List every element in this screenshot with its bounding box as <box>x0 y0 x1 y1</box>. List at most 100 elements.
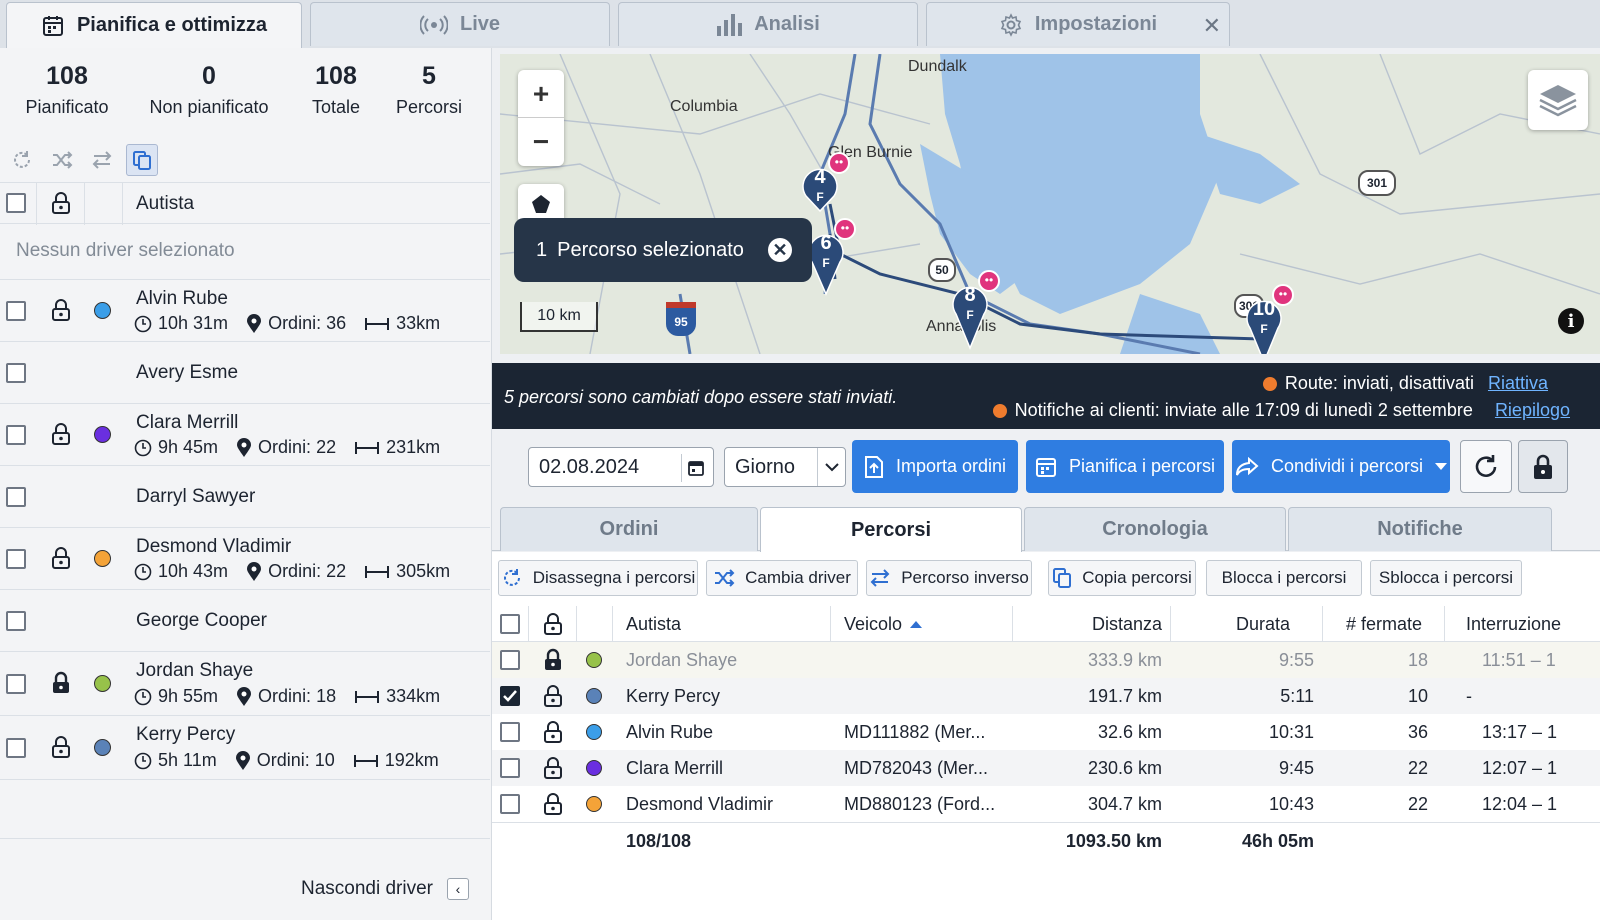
chevron-left-icon[interactable]: ‹ <box>447 878 469 900</box>
tab-label: Analisi <box>754 13 820 35</box>
shuffle-icon[interactable] <box>46 144 78 176</box>
layers-icon <box>1538 83 1578 117</box>
lock-open-icon[interactable] <box>542 786 564 822</box>
cell-break: 13:17 – 1 <box>1482 721 1558 742</box>
col-stops[interactable]: # fermate <box>1322 606 1422 642</box>
distance-icon <box>354 689 380 705</box>
lock-open-icon[interactable] <box>542 714 564 750</box>
table-row[interactable]: Jordan Shaye 333.9 km 9:55 18 11:51 – 1 <box>492 642 1600 678</box>
refresh-icon[interactable] <box>6 144 38 176</box>
driver-meta: 5h 11m Ordini: 10 192km <box>134 750 457 771</box>
location-pin-icon <box>236 686 252 707</box>
reactivate-link[interactable]: Riattiva <box>1488 373 1548 394</box>
lock-routes-button[interactable]: Blocca i percorsi <box>1206 560 1362 596</box>
close-selection-icon[interactable]: ✕ <box>768 238 792 262</box>
driver-row[interactable]: Clara Merrill 9h 45m Ordini: 22 231km <box>0 404 490 466</box>
cell-distance: 333.9 km <box>1087 649 1162 670</box>
tab-settings[interactable]: Impostazioni ✕ <box>926 2 1230 46</box>
table-row[interactable]: Clara Merrill MD782043 (Mer... 230.6 km … <box>492 750 1600 786</box>
share-routes-button[interactable]: Condividi i percorsi <box>1232 440 1450 493</box>
table-row[interactable]: Kerry Percy 191.7 km 5:11 10 - <box>492 678 1600 714</box>
reverse-route-button[interactable]: Percorso inverso <box>866 560 1032 596</box>
close-icon[interactable]: ✕ <box>1203 13 1221 39</box>
row-checkbox[interactable] <box>500 722 520 742</box>
lock-open-icon[interactable] <box>50 546 72 570</box>
info-icon[interactable]: i <box>1558 308 1584 334</box>
driver-row[interactable]: Darryl Sawyer <box>0 466 490 528</box>
driver-row[interactable]: Jordan Shaye 9h 55m Ordini: 18 334km <box>0 652 490 716</box>
driver-checkbox[interactable] <box>6 487 26 507</box>
table-row[interactable]: Desmond Vladimir MD880123 (Ford... 304.7… <box>492 786 1600 822</box>
tab-live[interactable]: Live <box>310 2 610 46</box>
lock-icon[interactable] <box>542 606 564 642</box>
lock-button[interactable] <box>1518 440 1568 493</box>
calendar-icon[interactable] <box>681 454 709 482</box>
driver-checkbox[interactable] <box>6 611 26 631</box>
tab-history[interactable]: Cronologia <box>1024 507 1286 551</box>
total-count: 108/108 <box>626 830 692 851</box>
table-row[interactable]: Alvin Rube MD111882 (Mer... 32.6 km 10:3… <box>492 714 1600 750</box>
notification-dot <box>978 270 1000 292</box>
tab-notifications[interactable]: Notifiche <box>1288 507 1552 551</box>
lock-closed-icon[interactable] <box>542 642 564 678</box>
route-pin[interactable]: 10 F <box>1246 284 1294 354</box>
driver-list-header: Autista <box>0 182 490 225</box>
driver-row[interactable]: Avery Esme <box>0 342 490 404</box>
copy-icon[interactable] <box>126 144 158 176</box>
route-pin[interactable]: 8 F <box>952 270 1000 350</box>
tab-analytics[interactable]: Analisi <box>618 2 918 46</box>
lock-open-icon[interactable] <box>542 750 564 786</box>
select-all-checkbox[interactable] <box>500 614 520 634</box>
period-select[interactable]: Giorno <box>724 447 846 487</box>
col-driver[interactable]: Autista <box>626 606 681 642</box>
driver-checkbox[interactable] <box>6 425 26 445</box>
driver-row[interactable]: Kerry Percy 5h 11m Ordini: 10 192km <box>0 716 490 780</box>
driver-row[interactable]: Alvin Rube 10h 31m Ordini: 36 33km <box>0 280 490 342</box>
plan-routes-button[interactable]: Pianifica i percorsi <box>1026 440 1224 493</box>
col-duration[interactable]: Durata <box>1170 606 1290 642</box>
col-vehicle[interactable]: Veicolo <box>844 606 923 642</box>
route-pin[interactable]: 4 F <box>802 152 850 212</box>
lock-open-icon[interactable] <box>542 678 564 714</box>
driver-checkbox[interactable] <box>6 738 26 758</box>
row-checkbox[interactable] <box>500 650 520 670</box>
row-checkbox[interactable] <box>500 758 520 778</box>
driver-row[interactable]: Desmond Vladimir 10h 43m Ordini: 22 305k… <box>0 528 490 590</box>
driver-checkbox[interactable] <box>6 301 26 321</box>
route-pin[interactable]: 6 F <box>808 218 856 296</box>
lock-open-icon[interactable] <box>50 422 72 446</box>
driver-checkbox[interactable] <box>6 549 26 569</box>
route-status-line: Route: inviati, disattivati Riattiva <box>1262 373 1570 394</box>
route-map[interactable]: Dundalk Columbia Glen Burnie Annapolis 3… <box>500 54 1600 354</box>
action-label: Cambia driver <box>745 568 851 587</box>
tab-routes[interactable]: Percorsi <box>760 507 1022 553</box>
tab-plan-optimize[interactable]: Pianifica e ottimizza <box>6 2 302 48</box>
import-orders-button[interactable]: Importa ordini <box>852 440 1018 493</box>
refresh-button[interactable] <box>1460 440 1512 493</box>
cell-break: 11:51 – 1 <box>1482 649 1556 670</box>
col-break[interactable]: Interruzione <box>1466 606 1561 642</box>
hide-drivers-toggle[interactable]: Nascondi driver ‹ <box>301 878 469 900</box>
lock-closed-icon[interactable] <box>50 671 72 695</box>
swap-icon[interactable] <box>86 144 118 176</box>
row-checkbox-checked[interactable] <box>500 686 520 706</box>
lock-icon[interactable] <box>50 191 72 215</box>
driver-row[interactable]: George Cooper <box>0 590 490 652</box>
row-checkbox[interactable] <box>500 794 520 814</box>
tab-orders[interactable]: Ordini <box>500 507 758 551</box>
driver-checkbox[interactable] <box>6 363 26 383</box>
date-input[interactable]: 02.08.2024 <box>528 447 714 487</box>
layers-button[interactable] <box>1528 70 1588 130</box>
copy-routes-button[interactable]: Copia percorsi <box>1048 560 1196 596</box>
lock-open-icon[interactable] <box>50 298 72 322</box>
col-distance[interactable]: Distanza <box>1012 606 1162 642</box>
lock-open-icon[interactable] <box>50 735 72 759</box>
driver-checkbox[interactable] <box>6 674 26 694</box>
select-all-checkbox[interactable] <box>6 193 26 213</box>
summary-link[interactable]: Riepilogo <box>1495 400 1570 421</box>
zoom-in-button[interactable]: + <box>518 70 564 118</box>
zoom-out-button[interactable]: − <box>518 118 564 166</box>
unlock-routes-button[interactable]: Sblocca i percorsi <box>1370 560 1522 596</box>
change-driver-button[interactable]: Cambia driver <box>706 560 858 596</box>
unassign-routes-button[interactable]: Disassegna i percorsi <box>498 560 698 596</box>
